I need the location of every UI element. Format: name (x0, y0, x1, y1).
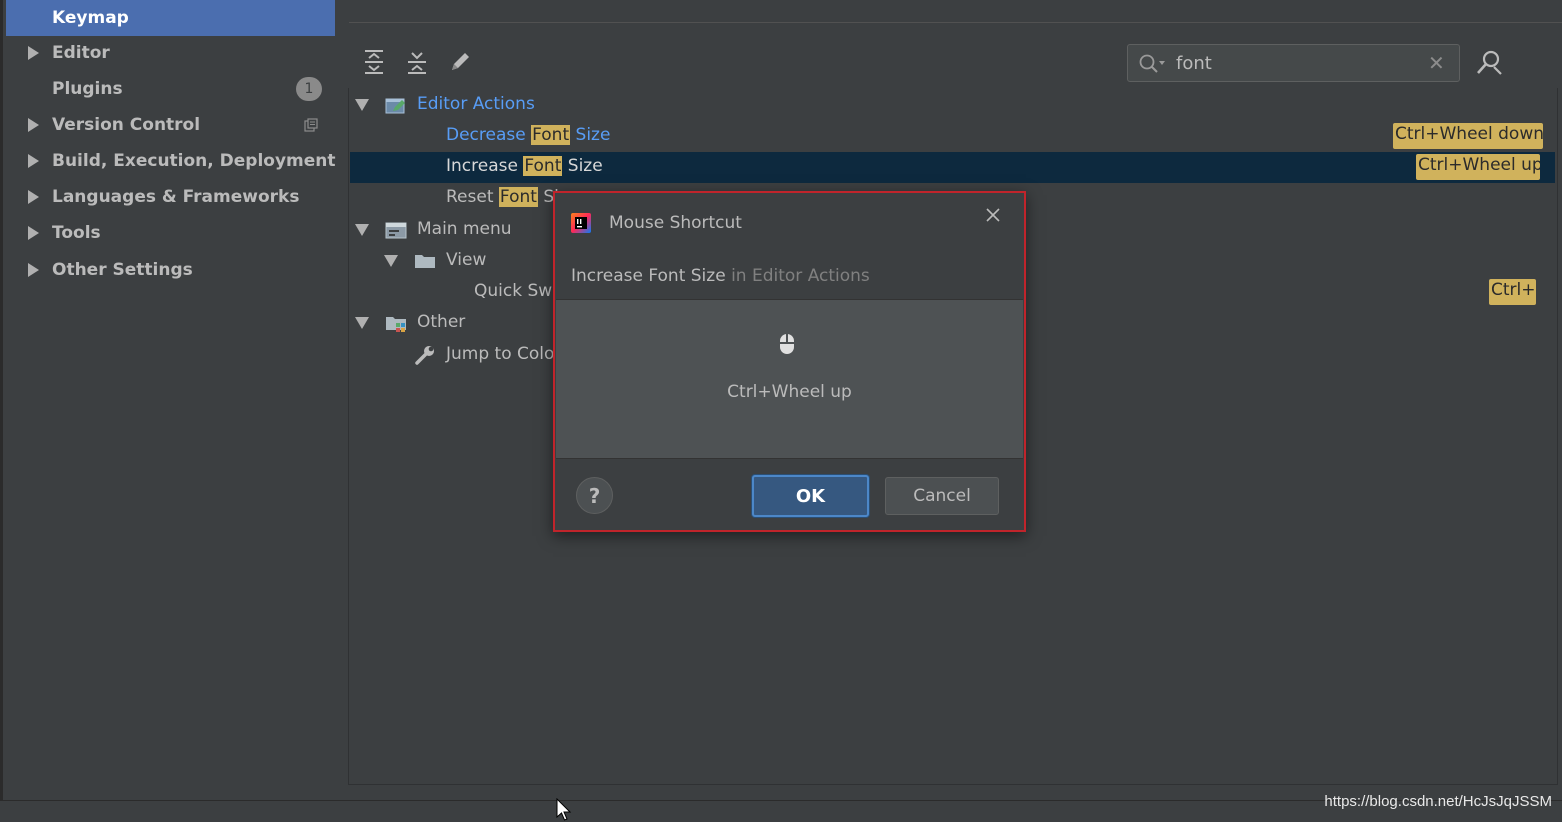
shortcut-chip: Ctrl+Wheel down (1393, 123, 1543, 149)
action-context: in Editor Actions (725, 266, 870, 286)
keymap-search-box[interactable]: ✕ (1127, 44, 1460, 82)
tree-node-label: Main menu (417, 219, 512, 239)
collapse-all-button[interactable] (403, 48, 431, 76)
mouse-cursor-icon (556, 798, 572, 821)
other-actions-icon (386, 317, 406, 332)
sidebar-item-label: Other Settings (52, 260, 193, 280)
folder-icon (415, 255, 435, 268)
captured-shortcut: Ctrl+Wheel up (727, 382, 852, 402)
shortcut-capture-area[interactable]: Ctrl+Wheel up (556, 299, 1023, 459)
tree-node-label: Increase Font Size (446, 156, 603, 176)
watermark-text: https://blog.csdn.net/HcJsJqJSSM (1324, 793, 1552, 810)
expand-arrow-icon[interactable] (28, 263, 39, 277)
main-menu-icon (385, 222, 407, 239)
sidebar-item-tools[interactable]: Tools (6, 215, 335, 251)
collapse-triangle-icon[interactable] (355, 99, 369, 111)
wrench-icon (415, 346, 434, 365)
updates-badge: 1 (296, 77, 322, 101)
search-icon[interactable] (1138, 53, 1168, 75)
shortcut-chip: Ctrl+Wheel up (1416, 154, 1540, 180)
project-settings-icon (304, 118, 318, 132)
tree-node-label: Jump to Colo (446, 344, 555, 364)
edit-shortcut-button[interactable] (446, 48, 474, 76)
search-match-highlight: Font (498, 187, 538, 207)
clear-search-icon[interactable]: ✕ (1428, 51, 1445, 75)
ok-button[interactable]: OK (752, 475, 869, 517)
sidebar-item-label: Keymap (52, 8, 129, 28)
sidebar-item-languages[interactable]: Languages & Frameworks (6, 179, 335, 215)
close-icon[interactable] (983, 205, 1003, 225)
search-match-highlight: Font (531, 125, 571, 145)
settings-sidebar: Keymap Editor Plugins 1 Version Control … (0, 0, 336, 800)
shortcut-chip: Ctrl+ (1489, 279, 1536, 305)
sidebar-item-editor[interactable]: Editor (6, 35, 335, 71)
editor-actions-icon (385, 98, 405, 114)
sidebar-item-other-settings[interactable]: Other Settings (6, 252, 335, 288)
help-button[interactable]: ? (576, 477, 613, 514)
search-input[interactable] (1176, 51, 1416, 75)
dialog-action-description: Increase Font Size in Editor Actions (571, 266, 870, 286)
tree-node-label: Other (417, 312, 466, 332)
tree-node-label: Decrease Font Size (446, 125, 611, 145)
expand-arrow-icon[interactable] (28, 46, 39, 60)
sidebar-item-label: Tools (52, 223, 101, 243)
dialog-title: Mouse Shortcut (609, 213, 742, 233)
sidebar-item-build[interactable]: Build, Execution, Deployment (6, 143, 336, 179)
collapse-triangle-icon[interactable] (355, 317, 369, 329)
sidebar-item-label: Editor (52, 43, 110, 63)
tree-node-increase-font-size[interactable]: Increase Font Size Ctrl+Wheel up (350, 152, 1555, 183)
expand-arrow-icon[interactable] (28, 118, 39, 132)
tree-node-decrease-font-size[interactable]: Decrease Font Size Ctrl+Wheel down (350, 121, 1555, 152)
expand-arrow-icon[interactable] (28, 154, 39, 168)
mouse-shortcut-dialog: Mouse Shortcut Increase Font Size in Edi… (553, 191, 1026, 532)
sidebar-item-version-control[interactable]: Version Control (6, 107, 335, 143)
sidebar-item-label: Build, Execution, Deployment (52, 151, 336, 171)
action-name: Increase Font Size (571, 266, 726, 286)
tree-node-label: Reset Font Si (446, 187, 559, 207)
sidebar-item-label: Version Control (52, 115, 201, 135)
find-by-shortcut-icon[interactable] (1474, 48, 1504, 78)
sidebar-item-label: Languages & Frameworks (52, 187, 300, 207)
sidebar-item-keymap[interactable]: Keymap (6, 0, 335, 36)
pencil-icon (452, 53, 469, 70)
top-divider (349, 22, 1562, 23)
expand-arrow-icon[interactable] (28, 190, 39, 204)
tree-node-editor-actions[interactable]: Editor Actions (350, 90, 1555, 121)
intellij-logo-icon (571, 213, 591, 233)
mouse-icon (780, 334, 794, 354)
tree-node-label: Editor Actions (417, 94, 535, 114)
sidebar-item-plugins[interactable]: Plugins 1 (6, 71, 335, 107)
collapse-all-icon (408, 52, 426, 74)
expand-all-icon (365, 50, 383, 74)
collapse-triangle-icon[interactable] (355, 224, 369, 236)
tree-node-label: Quick Swi (474, 281, 557, 301)
expand-arrow-icon[interactable] (28, 226, 39, 240)
tree-node-label: View (446, 250, 487, 270)
collapse-triangle-icon[interactable] (384, 255, 398, 267)
expand-all-button[interactable] (360, 48, 388, 76)
search-match-highlight: Font (523, 156, 563, 176)
sidebar-item-label: Plugins (52, 79, 123, 99)
cancel-button[interactable]: Cancel (885, 477, 999, 515)
